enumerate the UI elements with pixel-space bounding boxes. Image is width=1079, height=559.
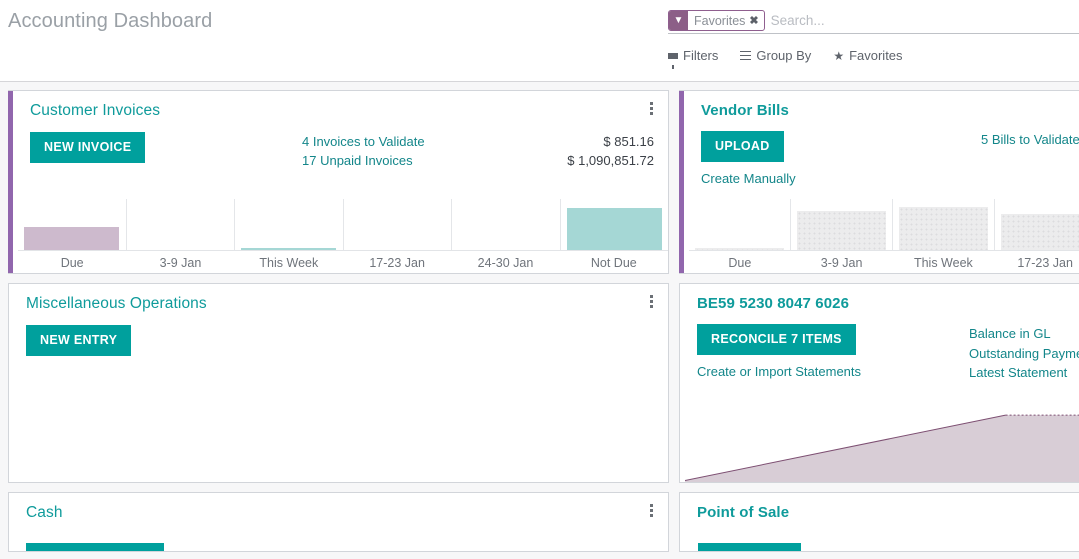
kebab-menu-icon[interactable] bbox=[644, 293, 658, 309]
card-title-bank-account[interactable]: BE59 5230 8047 6026 bbox=[697, 295, 1079, 312]
hamburger-icon bbox=[740, 50, 752, 61]
control-panel: Accounting Dashboard ▼ Favorites ✖ Filte… bbox=[0, 0, 1079, 82]
vendor-bills-bar-chart[interactable]: Due 3-9 Jan This Week 17-23 Jan bbox=[689, 199, 1079, 273]
customer-invoices-figures: 4 Invoices to Validate $ 851.16 17 Unpai… bbox=[302, 132, 654, 170]
favorites-label: Favorites bbox=[849, 48, 903, 63]
star-icon: ★ bbox=[833, 48, 845, 63]
group-by-button[interactable]: Group By bbox=[740, 48, 811, 63]
bar-cell[interactable] bbox=[451, 199, 560, 250]
bar[interactable] bbox=[24, 227, 120, 250]
create-or-import-statements-link[interactable]: Create or Import Statements bbox=[697, 364, 957, 379]
kebab-menu-icon[interactable] bbox=[644, 100, 658, 116]
favorites-button[interactable]: ★ Favorites bbox=[833, 48, 902, 63]
bar-axis-labels: Due 3-9 Jan This Week 17-23 Jan bbox=[689, 256, 1079, 270]
card-title-point-of-sale[interactable]: Point of Sale bbox=[697, 504, 1079, 521]
card-bank-account[interactable]: BE59 5230 8047 6026 RECONCILE 7 ITEMS Cr… bbox=[679, 283, 1079, 483]
breadcrumb[interactable]: Accounting Dashboard bbox=[8, 10, 212, 33]
card-title-misc-operations[interactable]: Miscellaneous Operations bbox=[26, 295, 654, 313]
bar[interactable] bbox=[241, 248, 337, 250]
bar-track bbox=[18, 199, 668, 251]
search-view[interactable]: ▼ Favorites ✖ bbox=[668, 8, 1079, 34]
unpaid-invoices-link[interactable]: 17 Unpaid Invoices bbox=[302, 151, 413, 170]
bar-axis-label: 3-9 Jan bbox=[159, 256, 202, 270]
invoices-to-validate-amount: $ 851.16 bbox=[603, 134, 654, 149]
bar-cell[interactable] bbox=[234, 199, 343, 250]
bar[interactable] bbox=[797, 211, 886, 250]
bar-axis-label: Due bbox=[60, 256, 84, 270]
bar-cell[interactable] bbox=[994, 199, 1079, 250]
create-manually-link[interactable]: Create Manually bbox=[701, 171, 961, 186]
kebab-menu-icon[interactable] bbox=[644, 502, 658, 518]
card-title-customer-invoices[interactable]: Customer Invoices bbox=[30, 102, 654, 120]
filter-icon: ▼ bbox=[669, 11, 688, 30]
bills-to-validate-link[interactable]: 5 Bills to Validate bbox=[981, 132, 1079, 147]
latest-statement-link[interactable]: Latest Statement bbox=[969, 363, 1079, 383]
bar-axis-label: 24-30 Jan bbox=[477, 256, 534, 270]
filters-label: Filters bbox=[683, 48, 719, 63]
bar-axis-label: This Week bbox=[259, 256, 319, 270]
bar-axis-label: Due bbox=[728, 256, 752, 270]
reconcile-items-button[interactable]: RECONCILE 7 ITEMS bbox=[697, 324, 856, 355]
balance-in-gl-link[interactable]: Balance in GL bbox=[969, 324, 1079, 344]
area-fill bbox=[685, 415, 1079, 482]
customer-invoices-bar-chart[interactable]: Due 3-9 Jan This Week 17-23 Jan 24-30 Jan Not… bbox=[18, 199, 668, 273]
filters-button[interactable]: Filters bbox=[668, 48, 719, 69]
dashboard-body: Customer Invoices NEW INVOICE 4 Invoices… bbox=[0, 82, 1079, 559]
bar-cell[interactable] bbox=[125, 199, 235, 250]
group-by-label: Group By bbox=[756, 48, 812, 63]
new-invoice-button[interactable]: NEW INVOICE bbox=[30, 132, 146, 163]
bank-balance-area-chart[interactable] bbox=[685, 406, 1079, 482]
pos-primary-button-clipped[interactable] bbox=[698, 543, 801, 551]
bank-account-figures: Balance in GL Outstanding Paymen Latest … bbox=[969, 324, 1079, 383]
card-title-cash[interactable]: Cash bbox=[26, 504, 654, 522]
bar-cell[interactable] bbox=[892, 199, 994, 250]
new-entry-button[interactable]: NEW ENTRY bbox=[26, 325, 132, 356]
bar[interactable] bbox=[1001, 214, 1079, 250]
upload-button[interactable]: UPLOAD bbox=[701, 131, 784, 162]
card-vendor-bills[interactable]: Vendor Bills UPLOAD Create Manually 5 Bi… bbox=[679, 90, 1079, 274]
bar-cell[interactable] bbox=[18, 199, 126, 250]
bar-track bbox=[689, 199, 1079, 251]
bar-axis-label: This Week bbox=[913, 256, 973, 270]
bar-axis-label: 17-23 Jan bbox=[369, 256, 425, 270]
card-customer-invoices[interactable]: Customer Invoices NEW INVOICE 4 Invoices… bbox=[8, 90, 669, 274]
card-misc-operations[interactable]: Miscellaneous Operations NEW ENTRY bbox=[8, 283, 669, 483]
outstanding-payments-link[interactable]: Outstanding Paymen bbox=[969, 344, 1079, 364]
dashboard-grid: Customer Invoices NEW INVOICE 4 Invoices… bbox=[0, 90, 1079, 552]
figure-row: 4 Invoices to Validate $ 851.16 bbox=[302, 132, 654, 151]
search-facet-favorites[interactable]: ▼ Favorites ✖ bbox=[668, 10, 765, 31]
bar-cell[interactable] bbox=[790, 199, 892, 250]
figure-row: 17 Unpaid Invoices $ 1,090,851.72 bbox=[302, 151, 654, 170]
bar-axis-label: Not Due bbox=[590, 256, 637, 270]
unpaid-invoices-amount: $ 1,090,851.72 bbox=[567, 153, 654, 168]
search-options-row: Filters Group By ★ Favorites bbox=[668, 48, 903, 69]
bar-cell[interactable] bbox=[559, 199, 669, 250]
bar[interactable] bbox=[695, 247, 784, 250]
bar[interactable] bbox=[899, 207, 988, 250]
cash-primary-button-clipped[interactable] bbox=[26, 543, 164, 551]
bar-cell[interactable] bbox=[342, 199, 452, 250]
funnel-icon bbox=[668, 52, 678, 69]
card-cash[interactable]: Cash bbox=[8, 492, 669, 552]
bar-axis-label: 17-23 Jan bbox=[1017, 256, 1073, 270]
invoices-to-validate-link[interactable]: 4 Invoices to Validate bbox=[302, 132, 425, 151]
search-facet-label: Favorites bbox=[694, 13, 746, 28]
bar-axis-labels: Due 3-9 Jan This Week 17-23 Jan 24-30 Jan Not… bbox=[18, 256, 668, 270]
bar-axis-label: 3-9 Jan bbox=[820, 256, 863, 270]
close-icon[interactable]: ✖ bbox=[749, 11, 763, 30]
vendor-bills-figures: 5 Bills to Validate bbox=[981, 131, 1079, 149]
card-point-of-sale[interactable]: Point of Sale Ac bbox=[679, 492, 1079, 552]
bar[interactable] bbox=[566, 208, 662, 250]
card-title-vendor-bills[interactable]: Vendor Bills bbox=[701, 102, 1079, 119]
bar-cell[interactable] bbox=[689, 199, 790, 250]
search-input[interactable] bbox=[770, 10, 1079, 31]
